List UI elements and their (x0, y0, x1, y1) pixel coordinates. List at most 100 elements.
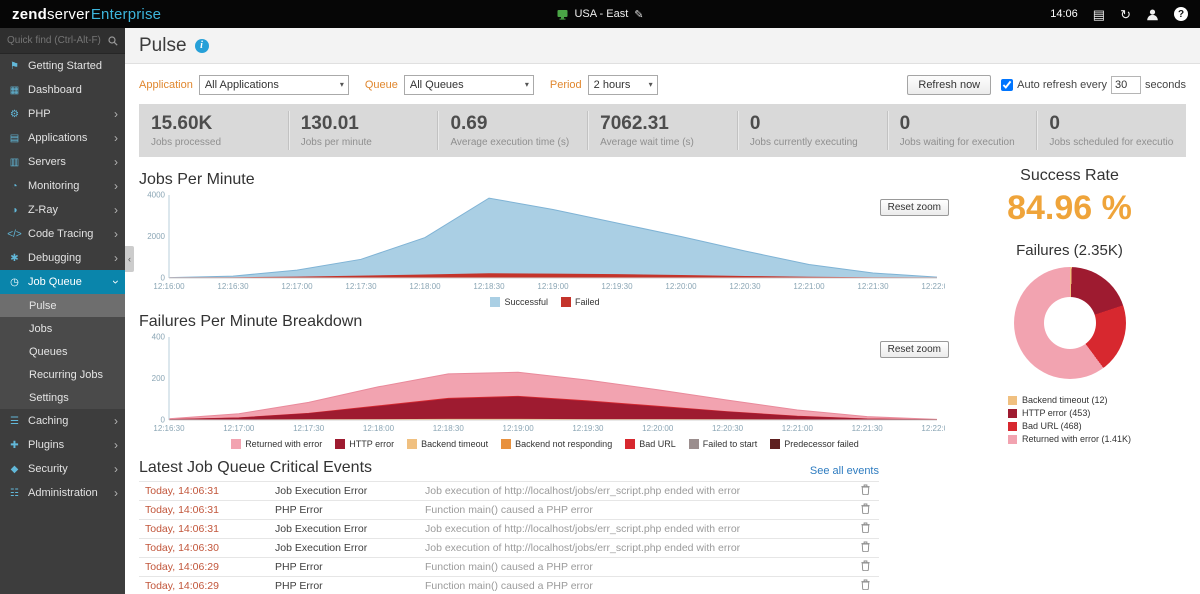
sidebar-item-servers[interactable]: ▥ Servers › (0, 150, 125, 174)
svg-text:12:17:30: 12:17:30 (293, 424, 325, 433)
queue-filter-label: Queue (364, 79, 398, 91)
sidebar-item-code-tracing[interactable]: </> Code Tracing › (0, 222, 125, 246)
sidebar-item-label: Security (28, 463, 68, 475)
event-row: Today, 14:06:31 Job Execution Error Job ex… (139, 481, 879, 501)
legend-item-returned-with-error-1-41k: Returned with error (1.41K) (1007, 434, 1131, 444)
svg-text:12:19:30: 12:19:30 (601, 282, 633, 291)
delete-event-icon[interactable] (860, 484, 870, 498)
sidebar-item-caching[interactable]: ☰ Caching › (0, 409, 125, 433)
sidebar-item-label: PHP (28, 108, 51, 120)
page-title: Pulse (139, 34, 187, 56)
brand-edition: Enterprise (90, 5, 162, 23)
sidebar-item-debugging[interactable]: ✱ Debugging › (0, 246, 125, 270)
user-icon[interactable] (1146, 8, 1159, 21)
auto-refresh-checkbox[interactable] (1001, 79, 1014, 91)
applications-icon: ▤ (9, 132, 20, 144)
donut-hole (1043, 297, 1096, 349)
sidebar-item-label: Plugins (28, 439, 65, 451)
stat-jobs-scheduled-for-execution: 0 Jobs scheduled for execution (1036, 111, 1186, 150)
event-type: PHP Error (269, 500, 419, 520)
auto-refresh-suffix: seconds (1145, 79, 1186, 91)
info-icon[interactable]: i (194, 38, 209, 53)
delete-event-icon[interactable] (860, 541, 870, 555)
failures-per-minute-chart[interactable]: 0 200 400 12:16:30 12:17:00 12:17:30 12:18:00 1… (139, 333, 953, 438)
sidebar-item-security[interactable]: ◆ Security › (0, 457, 125, 481)
legend-item-returned-with-error: Returned with error (231, 439, 322, 449)
svg-text:12:19:00: 12:19:00 (537, 282, 569, 291)
svg-text:12:18:30: 12:18:30 (473, 282, 505, 291)
jobs-per-minute-chart[interactable]: 0 2000 4000 12:16:00 12:16:30 12:17:00 12:17:3… (139, 191, 953, 296)
administration-icon: ☷ (10, 487, 19, 499)
sidebar-item-getting-started[interactable]: ⚑ Getting Started (0, 54, 125, 78)
delete-event-icon[interactable] (860, 522, 870, 536)
brand-zend: zend (12, 5, 47, 23)
reset-zoom-button[interactable]: Reset zoom (879, 199, 949, 216)
edit-icon[interactable]: ✎ (634, 8, 643, 21)
sidebar-item-dashboard[interactable]: ▦ Dashboard (0, 78, 125, 102)
event-row: Today, 14:06:31 Job Execution Error Job ex… (139, 519, 879, 539)
search-icon (108, 35, 118, 46)
svg-text:400: 400 (152, 333, 166, 342)
sidebar-item-job-queue[interactable]: ◷ Job Queue › (0, 270, 125, 294)
sidebar-nav: ⚑ Getting Started ▦ Dashboard ⚙ PHP › ▤ Applicat… (0, 54, 125, 505)
chevron-right-icon: › (114, 227, 118, 241)
help-icon[interactable]: ? (1174, 7, 1188, 21)
sidebar-subitem-recurring-jobs[interactable]: Recurring Jobs (0, 363, 125, 386)
notes-icon[interactable]: ▤ (1093, 8, 1105, 21)
sidebar-subitem-jobs[interactable]: Jobs (0, 317, 125, 340)
server-icon (557, 9, 568, 20)
events-table-body: Today, 14:06:31 Job Execution Error Job ex… (139, 481, 879, 594)
period-select[interactable]: 2 hours (587, 75, 658, 95)
svg-text:12:21:00: 12:21:00 (782, 424, 814, 433)
success-panel: Success Rate 84.96 % Failures (2.35K) Ba… (951, 165, 1186, 449)
environment-selector[interactable]: USA - East ✎ (556, 8, 644, 21)
svg-text:12:22:00: 12:22:00 (921, 424, 945, 433)
sidebar-subitem-queues[interactable]: Queues (0, 340, 125, 363)
queue-select-wrap: All Queues ▾ (403, 75, 534, 95)
svg-text:12:18:00: 12:18:00 (363, 424, 395, 433)
sidebar-item-monitoring[interactable]: ◔ Monitoring › (0, 174, 125, 198)
chevron-right-icon: › (114, 414, 118, 428)
event-type: PHP Error (269, 557, 419, 577)
refresh-now-button[interactable]: Refresh now (907, 75, 992, 95)
stat-label: Jobs waiting for execution (899, 137, 1015, 148)
chevron-right-icon: › (114, 131, 118, 145)
reset-zoom-button[interactable]: Reset zoom (879, 341, 949, 358)
refresh-icon[interactable]: ↻ (1120, 8, 1131, 21)
topbar-actions: 14:06 ▤ ↻ ? (1050, 7, 1188, 21)
svg-text:12:19:00: 12:19:00 (503, 424, 535, 433)
see-all-events-link[interactable]: See all events (810, 465, 879, 477)
plugins-icon: ✚ (10, 439, 19, 451)
delete-event-icon[interactable] (860, 579, 870, 593)
event-time: Today, 14:06:31 (139, 481, 269, 501)
sidebar-item-plugins[interactable]: ✚ Plugins › (0, 433, 125, 457)
sidebar-subitem-settings[interactable]: Settings (0, 386, 125, 409)
zend-server-logo: zend server Enterprise (12, 6, 161, 23)
event-type: PHP Error (269, 576, 419, 594)
sidebar-item-label: Servers (28, 156, 66, 168)
delete-event-icon[interactable] (860, 560, 870, 574)
delete-event-icon[interactable] (860, 503, 870, 517)
sidebar-item-applications[interactable]: ▤ Applications › (0, 126, 125, 150)
sidebar-collapse-handle[interactable]: ‹ (125, 246, 134, 272)
sidebar-subitem-pulse[interactable]: Pulse (0, 294, 125, 317)
sidebar-item-z-ray[interactable]: ◑ Z-Ray › (0, 198, 125, 222)
sidebar-item-administration[interactable]: ☷ Administration › (0, 481, 125, 505)
main-panel: Pulse i Application All Applications ▾ Q… (125, 28, 1200, 594)
sidebar-item-label: Administration (28, 487, 98, 499)
svg-text:12:21:00: 12:21:00 (793, 282, 825, 291)
quick-find-input[interactable] (7, 35, 108, 46)
sidebar-item-label: Applications (28, 132, 88, 144)
stat-value: 7062.31 (600, 113, 669, 134)
code-tracing-icon: </> (7, 228, 22, 240)
events-section: Latest Job Queue Critical Events See all… (139, 459, 879, 594)
auto-refresh-interval-input[interactable] (1111, 76, 1142, 94)
sidebar-item-php[interactable]: ⚙ PHP › (0, 102, 125, 126)
application-select[interactable]: All Applications (198, 75, 349, 95)
svg-text:12:21:30: 12:21:30 (857, 282, 889, 291)
event-row: Today, 14:06:31 PHP Error Function main() … (139, 500, 879, 520)
queue-select[interactable]: All Queues (403, 75, 534, 95)
events-title: Latest Job Queue Critical Events (139, 459, 373, 476)
zend-server-ui: zend server Enterprise USA - East ✎ 14:0… (0, 0, 1200, 594)
event-description: Function main() caused a PHP error (419, 557, 851, 577)
